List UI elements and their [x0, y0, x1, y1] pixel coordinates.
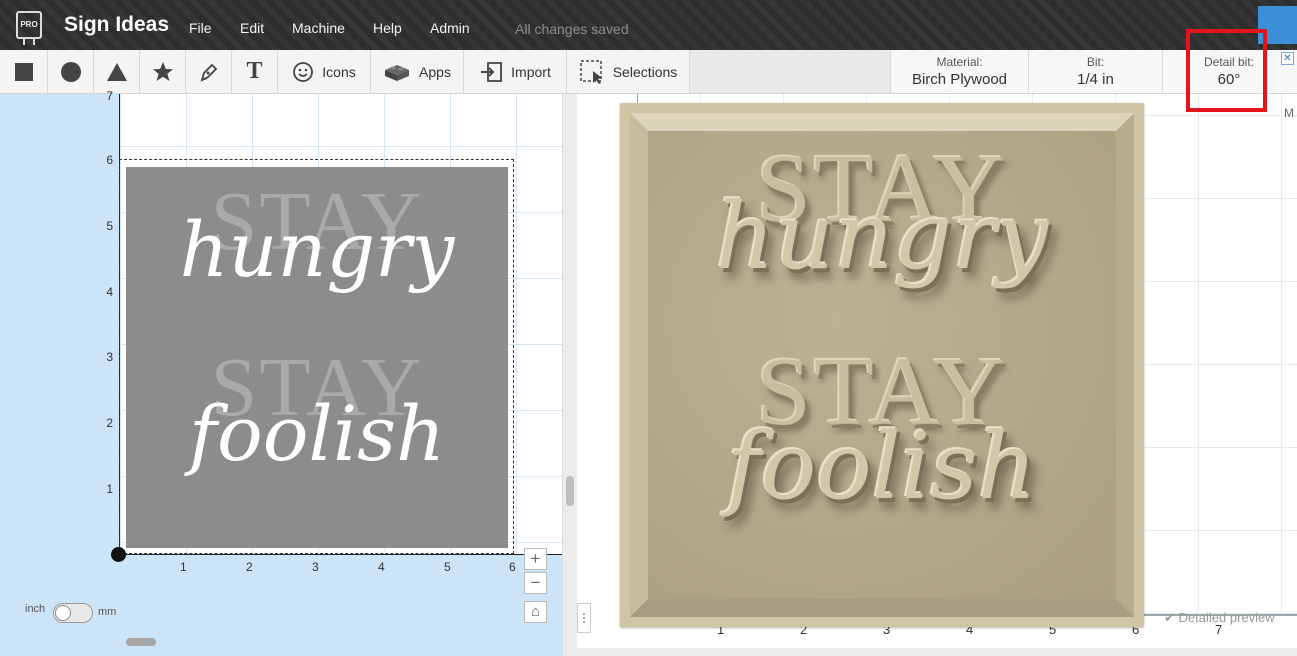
square-icon	[14, 62, 34, 82]
carved-text-foolish: foolish	[726, 413, 1038, 520]
text-tool-button[interactable]: T	[232, 50, 278, 93]
splitter-handle[interactable]	[566, 476, 574, 506]
smiley-icon	[292, 61, 314, 83]
x-ruler-label: 4	[378, 560, 385, 574]
material-label: Material:	[936, 55, 983, 69]
x-ruler-label: 5	[444, 560, 451, 574]
import-button[interactable]: Import	[464, 50, 567, 93]
horizontal-scrollbar[interactable]	[126, 638, 156, 646]
bottom-strip	[577, 648, 1297, 656]
carved-text-hungry: hungry	[715, 183, 1049, 290]
zoom-in-button[interactable]: +	[524, 548, 547, 570]
menu-machine[interactable]: Machine	[292, 20, 345, 36]
circle-tool-button[interactable]	[48, 50, 94, 93]
detailed-preview-toggle[interactable]: ✔ Detailed preview	[1164, 610, 1275, 626]
lego-brick-icon	[383, 62, 411, 82]
x-ruler-label: 6	[509, 560, 516, 574]
toggle-knob	[55, 605, 71, 621]
y-ruler-label: 2	[106, 416, 113, 430]
panel-splitter[interactable]	[562, 94, 577, 656]
triangle-icon	[106, 62, 128, 82]
detailed-preview-label: Detailed preview	[1178, 610, 1275, 625]
board-pocket: STAY hungry STAY foolish	[648, 131, 1116, 599]
checkmark-icon: ✔	[1164, 610, 1175, 625]
square-tool-button[interactable]	[0, 50, 48, 93]
toolbar: T Icons Apps Import Selections Material:…	[0, 50, 1297, 94]
bit-setting[interactable]: Bit: 1/4 in	[1028, 50, 1162, 93]
y-ruler-label: 4	[106, 285, 113, 299]
triangle-tool-button[interactable]	[94, 50, 140, 93]
unit-toggle-switch[interactable]	[53, 603, 93, 623]
pen-icon	[198, 61, 220, 83]
selection-icon	[579, 59, 605, 85]
y-ruler-label: 6	[106, 153, 113, 167]
carved-board-preview[interactable]: STAY hungry STAY foolish	[620, 103, 1144, 627]
zoom-out-button[interactable]: −	[524, 572, 547, 594]
pen-tool-button[interactable]	[186, 50, 232, 93]
design-text-foolish[interactable]: foolish	[126, 389, 508, 478]
panel-toggle-icon[interactable]: ⋮	[577, 603, 591, 633]
bit-value: 1/4 in	[1077, 71, 1114, 88]
icons-label: Icons	[322, 63, 356, 80]
import-label: Import	[511, 63, 551, 80]
preview-corner-letter: M	[1284, 106, 1294, 120]
user-button[interactable]	[1258, 6, 1297, 44]
star-icon	[152, 61, 174, 83]
toolbar-spacer	[690, 50, 890, 93]
selections-button[interactable]: Selections	[567, 50, 690, 93]
bit-label: Bit:	[1086, 55, 1105, 69]
design-text-hungry[interactable]: hungry	[126, 205, 508, 294]
origin-marker	[111, 547, 126, 562]
menu-edit[interactable]: Edit	[240, 20, 264, 36]
apps-button[interactable]: Apps	[371, 50, 464, 93]
detail-bit-label: Detail bit:	[1203, 55, 1255, 69]
close-icon[interactable]: ✕	[1281, 52, 1294, 65]
menu-admin[interactable]: Admin	[430, 20, 470, 36]
sign-design[interactable]: STAY hungry STAY foolish	[126, 167, 508, 548]
menu-bar: PRO Sign Ideas File Edit Machine Help Ad…	[0, 0, 1297, 50]
apps-label: Apps	[419, 63, 451, 80]
icons-button[interactable]: Icons	[278, 50, 371, 93]
star-tool-button[interactable]	[140, 50, 186, 93]
logo-text: PRO	[20, 20, 38, 29]
menu-file[interactable]: File	[189, 20, 212, 36]
save-status: All changes saved	[515, 21, 629, 37]
unit-mm-label: mm	[98, 606, 117, 618]
y-ruler-label: 5	[106, 219, 113, 233]
y-ruler-label: 3	[106, 350, 113, 364]
text-icon: T	[246, 58, 263, 84]
x-ruler-label: 2	[246, 560, 253, 574]
material-setting[interactable]: Material: Birch Plywood	[890, 50, 1028, 93]
pro-logo-icon: PRO	[16, 11, 42, 45]
unit-inch-label: inch	[25, 603, 46, 615]
detail-bit-setting[interactable]: Detail bit: 60°	[1162, 50, 1297, 93]
selections-label: Selections	[612, 63, 678, 80]
y-ruler-label: 1	[106, 482, 113, 496]
app-title: Sign Ideas	[64, 13, 170, 36]
preview-panel[interactable]: 1 2 3 4 5 6 7 M STAY hungry STAY foolish…	[577, 94, 1297, 656]
menu-help[interactable]: Help	[373, 20, 402, 36]
circle-icon	[60, 61, 82, 83]
import-icon	[479, 61, 503, 83]
material-value: Birch Plywood	[911, 71, 1008, 88]
detail-bit-value: 60°	[1217, 71, 1241, 88]
x-ruler-label: 1	[180, 560, 187, 574]
y-ruler-label: 7	[106, 89, 113, 103]
x-ruler-label: 3	[312, 560, 319, 574]
home-icon[interactable]: ⌂	[524, 601, 547, 623]
